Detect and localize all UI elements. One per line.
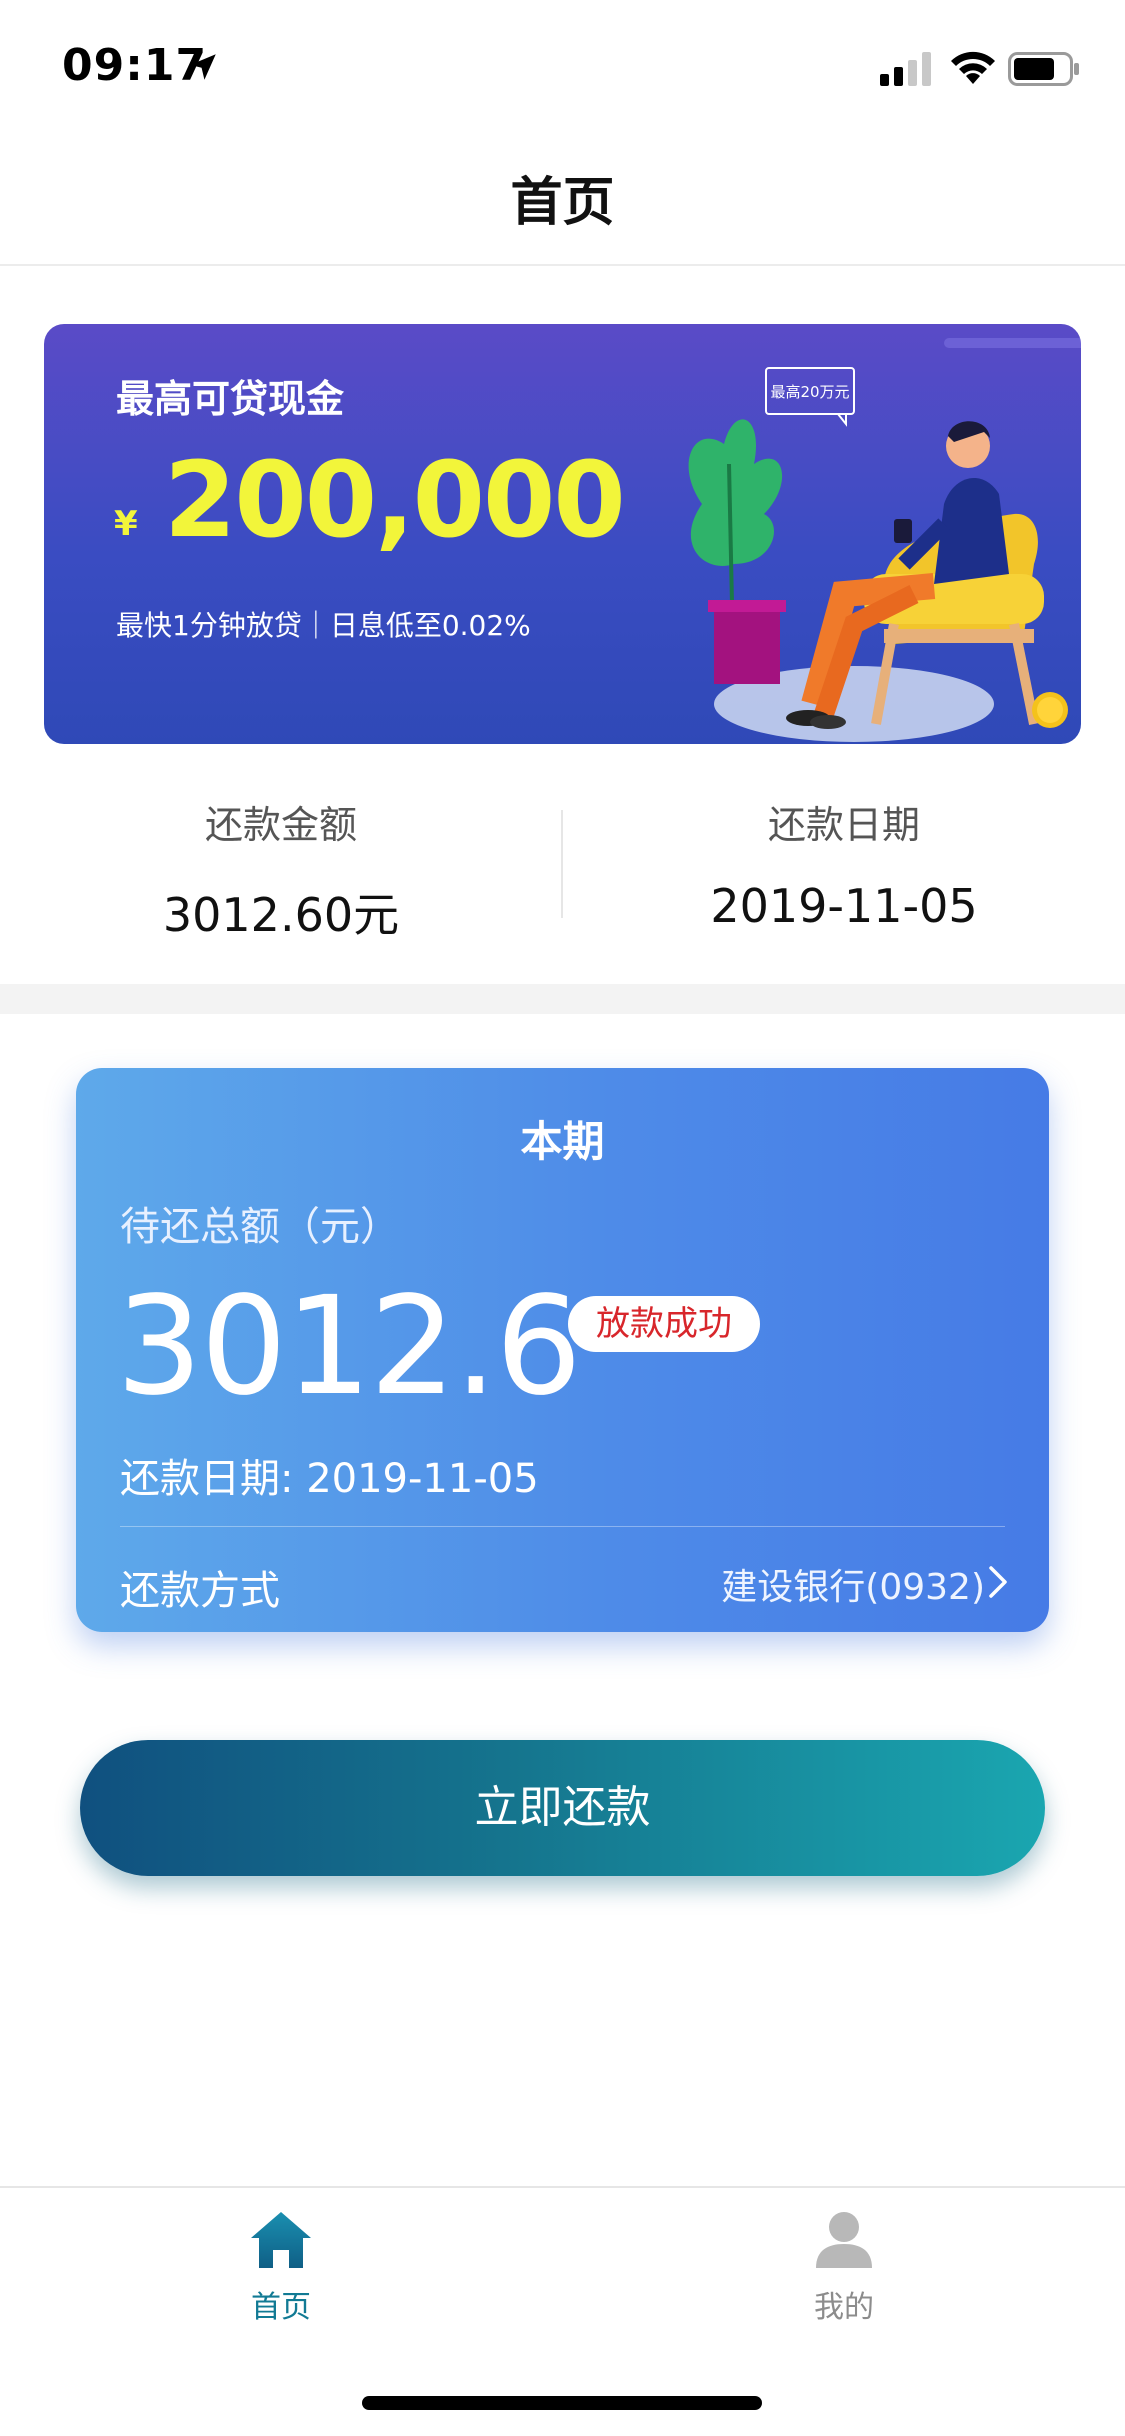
summary-amount-label: 还款金额 bbox=[204, 803, 357, 847]
summary-date: 还款日期 2019-11-05 bbox=[563, 794, 1125, 933]
user-icon bbox=[816, 2212, 872, 2268]
status-bar: 09:17 bbox=[0, 0, 1125, 132]
payment-method-value[interactable]: 建设银行(0932) bbox=[721, 1558, 985, 1610]
banner-amount: 200,000 bbox=[164, 439, 626, 561]
banner-subtitle: 最快1分钟放贷｜日息低至0.02% bbox=[116, 609, 531, 642]
section-separator bbox=[0, 984, 1125, 1014]
summary-amount: 还款金额 3012.60元 bbox=[0, 794, 562, 945]
tab-home[interactable]: 首页 bbox=[0, 2210, 562, 2326]
current-bill-card: 本期 待还总额（元） 3012.6 放款成功 还款日期: 2019-11-05 … bbox=[76, 1068, 1049, 1632]
nav-divider bbox=[0, 264, 1125, 266]
status-badge: 放款成功 bbox=[568, 1296, 760, 1352]
cellular-signal-icon bbox=[880, 52, 931, 86]
battery-icon bbox=[1008, 52, 1079, 86]
banner-illustration: ¥ 最高20万元 bbox=[688, 338, 1081, 742]
pay-now-button[interactable]: 立即还款 bbox=[80, 1740, 1045, 1876]
tab-mine[interactable]: 我的 bbox=[563, 2210, 1125, 2326]
loan-promo-banner[interactable]: 最高可贷现金 ¥ 200,000 最快1分钟放贷｜日息低至0.02% ¥ 最高2… bbox=[44, 324, 1081, 744]
banner-currency: ¥ bbox=[114, 504, 138, 544]
bill-due-date: 还款日期: 2019-11-05 bbox=[120, 1456, 539, 1502]
home-icon bbox=[251, 2212, 311, 2268]
banner-title: 最高可贷现金 bbox=[116, 377, 345, 421]
summary-amount-value: 3012.60元 bbox=[162, 888, 400, 942]
tabbar-divider bbox=[0, 2186, 1125, 2188]
location-arrow-icon bbox=[190, 54, 216, 80]
tab-home-label: 首页 bbox=[251, 2290, 311, 2325]
pending-total-label: 待还总额（元） bbox=[120, 1204, 400, 1250]
repayment-summary: 还款金额 3012.60元 还款日期 2019-11-05 bbox=[0, 780, 1125, 960]
pending-total-amount: 3012.6 bbox=[116, 1268, 582, 1426]
tab-mine-label: 我的 bbox=[814, 2290, 874, 2325]
payment-method-label: 还款方式 bbox=[120, 1568, 280, 1614]
banner-bubble-text: 最高20万元 bbox=[770, 383, 849, 401]
chevron-right-icon[interactable] bbox=[987, 1564, 1009, 1600]
bill-divider bbox=[120, 1526, 1005, 1527]
wifi-icon bbox=[951, 51, 995, 84]
summary-date-label: 还款日期 bbox=[767, 803, 920, 847]
summary-date-value: 2019-11-05 bbox=[710, 879, 978, 933]
home-indicator[interactable] bbox=[362, 2396, 762, 2410]
page-title: 首页 bbox=[510, 173, 615, 233]
bill-title: 本期 bbox=[520, 1117, 605, 1166]
